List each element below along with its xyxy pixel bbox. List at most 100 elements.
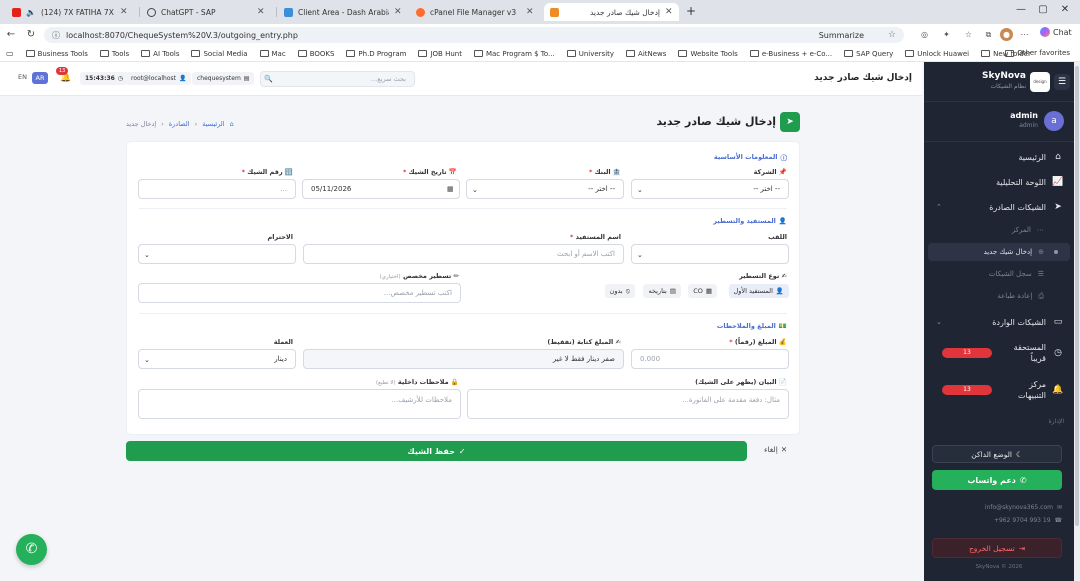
star-icon[interactable]: ☆ [888,30,896,40]
browser-tab-active[interactable]: إدخال شيك صادر جديد ✕ [544,3,679,21]
bookmark-item[interactable]: SAP Query [844,50,893,58]
extensions-icon[interactable]: ✦ [940,28,953,41]
internal-notes-textarea[interactable]: ملاحظات للأرشيف... [138,389,461,419]
bookmark-item[interactable]: University [566,50,614,58]
chevron-down-icon: ⌄ [637,251,643,259]
bank-select[interactable]: -- اختر -- ⌄ [466,179,624,199]
bookmark-item[interactable]: Unlock Huawei [905,50,969,58]
sidebar-sub-archive[interactable]: المركز ⋯ [928,221,1070,239]
close-icon[interactable]: ✕ [120,7,128,17]
cheque-number-input[interactable]: ... [138,179,296,199]
avatar[interactable]: a [1044,111,1064,131]
home-icon: ⌂ [1055,152,1061,162]
sidebar-item-outgoing[interactable]: ⌃ الشيكات الصادرة ➤ [928,196,1070,218]
cancel-button[interactable]: إلغاء ✕ [764,445,787,454]
other-favorites[interactable]: Other favorites [1005,49,1070,57]
favorites-icon[interactable]: ☆ [962,28,975,41]
pencil-icon: ✏ [453,272,459,280]
summarize-button[interactable]: Summarize [819,31,864,40]
title-label: اللقب [768,233,787,241]
browser-tab-youtube[interactable]: 🔈 (124) 7X FATIHA 7X AYATUL K ✕ [6,3,134,21]
sidebar-sub-reprint[interactable]: إعادة طباعة ⎙ [928,287,1070,305]
site-info-icon[interactable]: ⓘ [52,30,60,41]
folder-icon [1005,49,1015,57]
currency-select[interactable]: دينار ⌄ [138,349,296,369]
bookmark-item[interactable]: Website Tools [678,50,738,58]
crossing-option-first-beneficiary[interactable]: المستفيد الأول 👤 [728,284,789,298]
new-tab-button[interactable]: + [684,4,698,18]
sidebar-item-home[interactable]: الرئيسية ⌂ [928,146,1070,168]
sidebar-item-alerts[interactable]: 13 مركز التنبيهات 🔔 [928,376,1070,404]
beneficiary-input[interactable]: اكتب الاسم أو ابحث [303,244,624,264]
whatsapp-float-button[interactable]: ✆ [16,534,47,565]
bookmark-item[interactable]: e-Business + e-Co... [749,50,832,58]
browser-tab-cpanel[interactable]: cPanel File Manager v3 ✕ [410,3,540,21]
sidebar-item-dashboard[interactable]: اللوحة التحليلية 📈 [928,171,1070,193]
bookmark-item[interactable]: Social Media [191,50,248,58]
scrollbar-thumb[interactable] [1075,66,1079,526]
calendar-picker-icon[interactable]: ▦ [447,185,454,193]
profile-avatar[interactable]: ● [1000,28,1013,41]
close-icon[interactable]: ✕ [394,7,402,17]
sidebar-sub-new-cheque[interactable]: إدخال شيك جديد ⊕ [928,243,1070,261]
url-bar[interactable]: ⓘ localhost:8070/ChequeSystem%20V.3/outg… [44,27,904,43]
notification-badge: 13 [56,67,68,75]
quick-search-input[interactable]: بحث سريع... [260,71,415,87]
more-icon[interactable]: ⋯ [1018,28,1031,41]
lang-ar-button[interactable]: AR [32,72,48,84]
sidebar-sub-log[interactable]: سجل الشيكات ☰ [928,265,1070,283]
cheque-date-input[interactable]: 05/11/2026 ▦ [302,179,460,199]
company-select[interactable]: -- اختر -- ⌄ [631,179,789,199]
sidebar-item-incoming[interactable]: ⌄ الشيكات الواردة ▭ [928,311,1070,333]
statement-label: البيان (يظهر على الشيك) 📄 [695,378,787,386]
refresh-ext-icon[interactable]: ◎ [918,28,931,41]
crossing-option-none[interactable]: بدون ⦸ [604,284,635,298]
back-icon[interactable]: ← [4,28,18,42]
bookmark-item[interactable]: Ph.D Program [346,50,406,58]
lang-en-button[interactable]: EN [18,73,27,81]
logout-button[interactable]: تسجيل الخروج ⇥ [932,538,1062,558]
custom-crossing-input[interactable]: اكتب تسطير مخصص... [138,283,461,303]
bookmark-item[interactable]: JOB Hunt [418,50,462,58]
close-icon[interactable]: ✕ [257,7,265,17]
amount-input[interactable]: 0.000 [631,349,789,369]
respect-select[interactable]: ⌄ [138,244,296,264]
breadcrumb-home-link[interactable]: الرئيسية [202,120,224,128]
folder-icon [981,50,991,57]
copilot-chat-button[interactable]: Chat [1040,27,1072,37]
browser-tab-client-area[interactable]: Client Area - Dash Arabia Cloud S ✕ [278,3,408,21]
bell-icon: 🔔 [1052,385,1064,395]
bookmark-item[interactable]: Mac [259,50,286,58]
title-select[interactable]: ⌄ [631,244,789,264]
bookmark-item[interactable]: Business Tools [25,50,88,58]
breadcrumb-outgoing-link[interactable]: الصادرة [169,120,190,128]
bookmark-item[interactable]: Mac Program $ To... [473,50,555,58]
support-phone[interactable]: +962 9704 993 19 ☎ [994,517,1062,524]
browser-tab-chatgpt[interactable]: ChatGPT - SAP ✕ [141,3,271,21]
menu-toggle-icon[interactable]: ☰ [1054,74,1070,90]
page-scrollbar[interactable] [1074,62,1080,581]
dots-icon: ⋯ [1037,226,1044,234]
reload-icon[interactable]: ↻ [24,28,38,42]
bookmark-reading-icon[interactable]: ▭ [6,49,14,58]
whatsapp-support-button[interactable]: دعم واتساب ✆ [932,470,1062,490]
bookmark-item[interactable]: AitNews [626,50,666,58]
bookmark-item[interactable]: BOOKS [297,50,334,58]
bookmark-item[interactable]: Tools [99,50,129,58]
maximize-icon[interactable]: ▢ [1036,4,1050,15]
sidebar-item-due-soon[interactable]: 13 المستحقة قريباً ◷ [928,339,1070,367]
dark-mode-toggle[interactable]: الوضع الداكن ☾ [932,445,1062,463]
bookmark-item[interactable]: AI Tools [141,50,179,58]
support-email[interactable]: info@skynova365.com ✉ [985,504,1062,511]
database-icon: ▤ [243,75,250,82]
minimize-icon[interactable]: — [1014,4,1028,15]
statement-textarea[interactable]: مثال: دفعة مقدمة على الفاتورة... [467,389,789,419]
close-icon[interactable]: ✕ [665,7,673,17]
crossing-option-dated[interactable]: بتاريخه ▤ [643,284,681,298]
collections-icon[interactable]: ⧉ [982,28,995,41]
close-window-icon[interactable]: ✕ [1058,4,1072,15]
crossing-option-co[interactable]: CO ▦ [688,284,717,298]
user-icon: 👤 [778,217,787,225]
save-cheque-button[interactable]: حفظ الشيك ✓ [126,441,747,461]
close-icon[interactable]: ✕ [526,7,534,17]
